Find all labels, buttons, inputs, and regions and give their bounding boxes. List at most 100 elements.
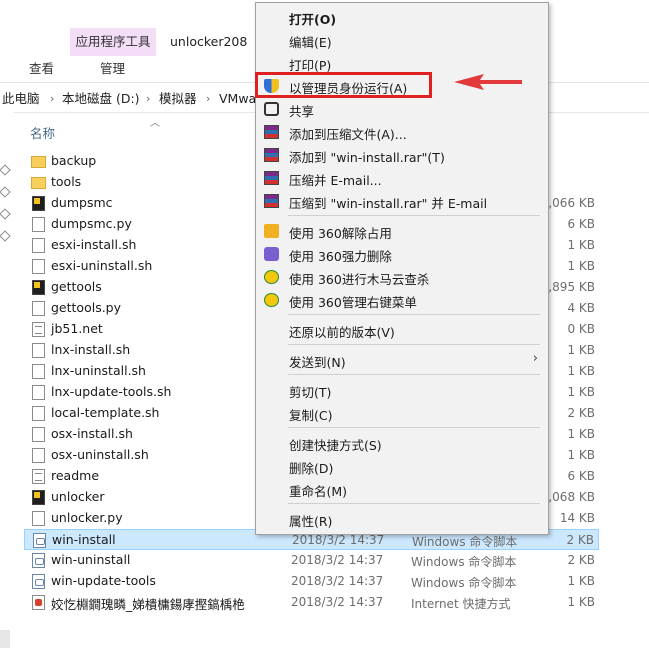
menu-item-compress-email[interactable]: 压缩并 E-mail...	[256, 167, 548, 189]
file-size: 1 KB	[567, 427, 595, 441]
file-name: unlocker.py	[51, 510, 123, 525]
file-icon	[32, 301, 45, 316]
file-size: 0 KB	[567, 322, 595, 336]
menu-separator	[288, 215, 540, 216]
cmd-script-icon	[32, 553, 45, 568]
menu-item-restore-previous[interactable]: 还原以前的版本(V)	[256, 319, 548, 341]
menu-item-copy[interactable]: 复制(C)	[256, 402, 548, 424]
menu-item-send-to[interactable]: 发送到(N) ›	[256, 349, 548, 371]
file-name: lnx-install.sh	[51, 342, 131, 357]
highlight-box	[255, 72, 432, 98]
file-row[interactable]: win-update-tools 2018/3/2 14:37 Windows 命令…	[24, 571, 599, 592]
file-date: 2018/3/2 14:37	[291, 574, 384, 588]
navigation-scrollbar[interactable]	[0, 630, 10, 648]
menu-separator	[288, 427, 540, 428]
window-title: unlocker208	[170, 34, 248, 49]
breadcrumb-emulator[interactable]: 模拟器	[159, 86, 197, 112]
pin-icon	[0, 186, 11, 198]
menu-item-label: 剪切(T)	[289, 385, 332, 400]
menu-item-compress-rar-email[interactable]: 压缩到 "win-install.rar" 并 E-mail	[256, 190, 548, 212]
menu-item-label: 添加到 "win-install.rar"(T)	[289, 150, 445, 165]
menu-item-label: 共享	[289, 104, 315, 119]
menu-item-properties[interactable]: 属性(R)	[256, 508, 548, 530]
breadcrumb-this-pc[interactable]: 此电脑	[2, 86, 40, 112]
menu-item-add-to-rar[interactable]: 添加到 "win-install.rar"(T)	[256, 144, 548, 166]
file-size: 6 KB	[567, 217, 595, 231]
menu-item-delete[interactable]: 删除(D)	[256, 455, 548, 477]
folder-icon	[31, 177, 46, 189]
menu-item-360-force-delete[interactable]: 使用 360强力删除	[256, 243, 548, 265]
file-size: 1 KB	[567, 238, 595, 252]
file-row[interactable]: win-uninstall 2018/3/2 14:37 Windows 命令脚本 2…	[24, 550, 599, 571]
360-security-icon	[264, 293, 279, 307]
file-row[interactable]: 姣忔棩鐧瑰疄_娣樻槦鍚庨摼鎬楀栬 2018/3/2 14:37 Internet 快…	[24, 592, 599, 613]
file-name: osx-install.sh	[51, 426, 133, 441]
menu-item-label: 删除(D)	[289, 461, 334, 476]
menu-item-open[interactable]: 打开(O)	[256, 6, 548, 28]
annotation-arrow-icon	[454, 74, 522, 90]
menu-separator	[288, 344, 540, 345]
tab-manage[interactable]: 管理	[100, 56, 125, 82]
application-tools-tab[interactable]: 应用程序工具	[70, 28, 156, 56]
file-size: 1 KB	[567, 595, 595, 609]
menu-item-360-manage-menu[interactable]: 使用 360管理右键菜单	[256, 289, 548, 311]
menu-item-label: 属性(R)	[289, 514, 333, 529]
360-unlock-icon	[264, 224, 279, 238]
file-name: tools	[51, 174, 82, 189]
file-size: 6 KB	[567, 469, 595, 483]
menu-item-share[interactable]: 共享	[256, 98, 548, 120]
menu-item-360-unlock[interactable]: 使用 360解除占用	[256, 220, 548, 242]
menu-item-label: 压缩到 "win-install.rar" 并 E-mail	[289, 196, 488, 211]
file-type: Windows 命令脚本	[411, 576, 517, 590]
cmd-script-icon	[32, 574, 45, 589]
file-name: lnx-uninstall.sh	[51, 363, 146, 378]
file-name: gettools.py	[51, 300, 122, 315]
breadcrumb-separator-icon: ›	[206, 92, 211, 105]
menu-item-add-to-archive[interactable]: 添加到压缩文件(A)...	[256, 121, 548, 143]
file-size: 2 KB	[567, 406, 595, 420]
file-icon	[32, 511, 45, 526]
winrar-icon	[264, 125, 279, 139]
file-size: 2 KB	[567, 553, 595, 567]
menu-item-label: 压缩并 E-mail...	[289, 173, 382, 188]
exe-icon	[32, 280, 45, 295]
file-icon	[32, 238, 45, 253]
menu-item-label: 使用 360强力删除	[289, 249, 392, 264]
file-size: 1 KB	[567, 259, 595, 273]
file-icon	[32, 406, 45, 421]
file-name: readme	[51, 468, 100, 483]
file-name: esxi-install.sh	[51, 237, 137, 252]
text-file-icon	[32, 322, 45, 337]
navigation-pane[interactable]	[0, 112, 14, 648]
breadcrumb-vmware[interactable]: VMwa	[219, 86, 256, 112]
file-size: 1 KB	[567, 385, 595, 399]
file-date: 2018/3/2 14:37	[291, 595, 384, 609]
file-name: local-template.sh	[51, 405, 160, 420]
column-header-name[interactable]: 名称	[30, 123, 55, 142]
menu-item-rename[interactable]: 重命名(M)	[256, 478, 548, 500]
file-name: win-uninstall	[51, 552, 131, 567]
file-icon	[32, 427, 45, 442]
winrar-icon	[264, 171, 279, 185]
file-name: dumpsmc	[51, 195, 113, 210]
menu-item-label: 添加到压缩文件(A)...	[289, 127, 407, 142]
breadcrumb-separator-icon: ›	[146, 92, 151, 105]
file-type: Windows 命令脚本	[412, 535, 518, 549]
breadcrumb-local-disk[interactable]: 本地磁盘 (D:)	[62, 86, 140, 112]
file-icon	[32, 364, 45, 379]
tab-view[interactable]: 查看	[29, 56, 54, 82]
file-icon	[32, 217, 45, 232]
winrar-icon	[264, 194, 279, 208]
folder-icon	[31, 156, 46, 168]
internet-shortcut-icon	[32, 595, 45, 610]
menu-separator	[288, 503, 540, 504]
menu-item-label: 打开(O)	[289, 12, 337, 27]
file-size: 4 KB	[567, 301, 595, 315]
menu-item-360-trojan-scan[interactable]: 使用 360进行木马云查杀	[256, 266, 548, 288]
file-icon	[32, 448, 45, 463]
menu-item-edit[interactable]: 编辑(E)	[256, 29, 548, 51]
menu-item-label: 重命名(M)	[289, 484, 348, 499]
menu-item-cut[interactable]: 剪切(T)	[256, 379, 548, 401]
menu-item-create-shortcut[interactable]: 创建快捷方式(S)	[256, 432, 548, 454]
menu-item-label: 使用 360进行木马云查杀	[289, 272, 430, 287]
